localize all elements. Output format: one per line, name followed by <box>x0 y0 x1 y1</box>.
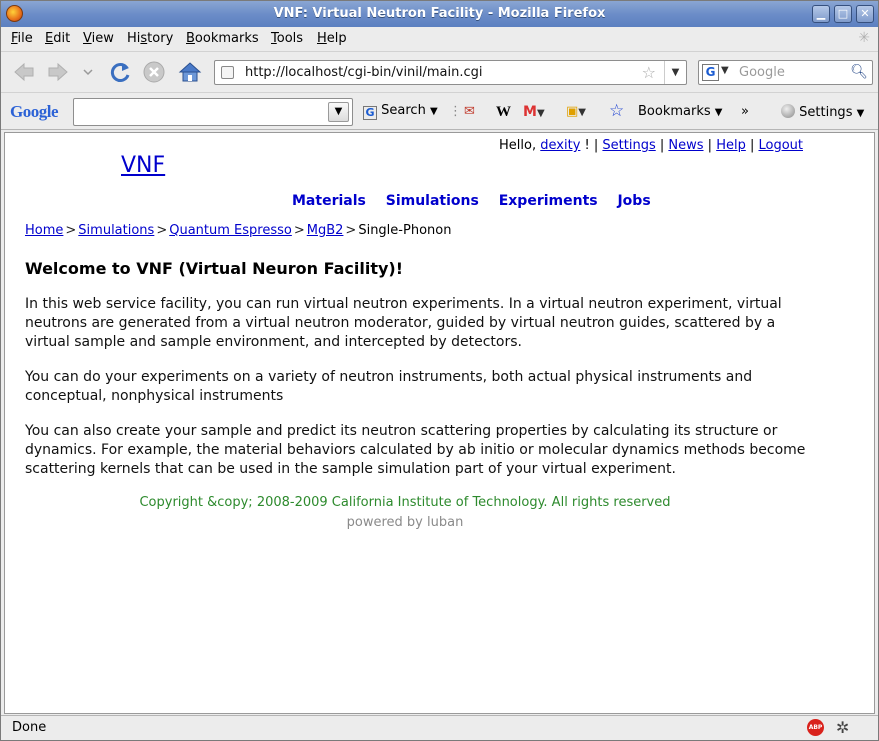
menu-bookmarks[interactable]: Bookmarks <box>186 31 259 46</box>
breadcrumb-home[interactable]: Home <box>25 223 63 238</box>
nav-jobs[interactable]: Jobs <box>617 193 650 209</box>
nav-materials[interactable]: Materials <box>292 193 366 209</box>
google-search-button[interactable]: G Search ▼ <box>363 103 438 120</box>
title-bar: VNF: Virtual Neutron Facility - Mozilla … <box>1 1 878 27</box>
menu-file[interactable]: File <box>11 31 33 46</box>
search-icon[interactable]: 🔍︎ <box>850 64 868 80</box>
window-title: VNF: Virtual Neutron Facility - Mozilla … <box>273 6 606 21</box>
more-button[interactable]: » <box>741 104 749 119</box>
url-dropdown[interactable]: ▼ <box>664 61 686 84</box>
settings-button[interactable]: Settings ▼ <box>781 104 864 120</box>
page-title: Welcome to VNF (Virtual Neuron Facility)… <box>25 259 404 278</box>
google-search-input[interactable]: ▼ <box>73 98 353 126</box>
chevron-down-icon <box>83 69 93 76</box>
maximize-button[interactable]: □ <box>834 5 852 23</box>
settings-icon <box>781 104 795 118</box>
throbber-icon: ✳ <box>858 30 870 46</box>
calendar-icon[interactable]: ▣▼ <box>566 104 586 119</box>
intro-paragraph: In this web service facility, you can ru… <box>25 296 782 350</box>
forward-arrow-icon <box>48 62 68 82</box>
google-search-dropdown[interactable]: ▼ <box>328 102 349 122</box>
chevron-down-icon: ▼ <box>429 106 438 117</box>
username-link[interactable]: dexity <box>540 138 580 153</box>
stop-button[interactable] <box>141 59 167 85</box>
navigation-toolbar: http://localhost/cgi-bin/vinil/main.cgi … <box>1 51 878 91</box>
menu-edit[interactable]: Edit <box>45 31 70 46</box>
menu-history[interactable]: History <box>127 31 173 46</box>
toolbar-separator-icon: ⋮ <box>449 104 462 119</box>
sample-paragraph: You can also create your sample and pred… <box>25 423 806 477</box>
menu-tools[interactable]: Tools <box>271 31 303 46</box>
menu-bar: File Edit View History Bookmarks Tools H… <box>1 27 878 49</box>
instruments-paragraph: You can do your experiments on a variety… <box>25 369 753 404</box>
browser-window: VNF: Virtual Neutron Facility - Mozilla … <box>0 0 879 741</box>
bookmarks-button[interactable]: Bookmarks ▼ <box>638 104 722 119</box>
back-arrow-icon <box>14 62 34 82</box>
search-engine-icon[interactable]: G <box>702 64 719 81</box>
stop-icon <box>143 61 165 83</box>
vnf-logo-link[interactable]: VNF <box>121 153 165 178</box>
google-logo: Google <box>10 102 59 121</box>
page-content: Hello, dexity ! | Settings | News | Help… <box>4 132 875 714</box>
powered-by-text: powered by luban <box>346 515 464 530</box>
menu-help[interactable]: Help <box>317 31 347 46</box>
google-g-icon: G <box>363 106 377 120</box>
gmail-icon[interactable]: M▼ <box>523 104 545 120</box>
news-icon[interactable]: ✉ <box>464 104 475 119</box>
home-button[interactable] <box>177 59 203 85</box>
breadcrumb-mgb2[interactable]: MgB2 <box>307 223 344 238</box>
settings-link[interactable]: Settings <box>602 138 655 153</box>
firebug-icon[interactable]: ✲ <box>836 718 849 737</box>
bookmark-star-icon[interactable]: ☆ <box>609 101 624 121</box>
main-nav: Materials Simulations Experiments Jobs <box>292 193 666 209</box>
reload-icon <box>110 63 130 82</box>
copyright-text: Copyright &copy; 2008-2009 California In… <box>139 495 671 510</box>
menu-view[interactable]: View <box>83 31 114 46</box>
url-bar[interactable]: http://localhost/cgi-bin/vinil/main.cgi … <box>214 60 687 85</box>
nav-simulations[interactable]: Simulations <box>386 193 479 209</box>
bookmark-star-icon[interactable]: ☆ <box>642 63 656 82</box>
reload-button[interactable] <box>107 59 133 85</box>
page-icon <box>221 66 234 79</box>
breadcrumb: Home > Simulations > Quantum Espresso > MgB2 > S… <box>25 223 452 238</box>
history-dropdown[interactable] <box>81 59 95 85</box>
help-link[interactable]: Help <box>716 138 746 153</box>
status-bar: Done ABP ✲ <box>1 715 878 740</box>
minimize-button[interactable]: ▁ <box>812 5 830 23</box>
close-button[interactable]: ✕ <box>856 5 874 23</box>
breadcrumb-quantum-espresso[interactable]: Quantum Espresso <box>169 223 292 238</box>
search-bar[interactable]: G ▼ Google 🔍︎ <box>698 60 873 85</box>
status-text: Done <box>12 720 47 735</box>
search-placeholder[interactable]: Google <box>739 65 785 80</box>
url-text[interactable]: http://localhost/cgi-bin/vinil/main.cgi <box>245 65 483 80</box>
google-toolbar: Google ▼ G Search ▼ ⋮ ✉ W M▼ ▣▼ ☆ Bookma… <box>1 92 878 130</box>
wikipedia-icon[interactable]: W <box>496 104 511 121</box>
search-engine-dropdown[interactable]: ▼ <box>721 65 729 76</box>
home-icon <box>178 62 202 82</box>
breadcrumb-simulations[interactable]: Simulations <box>78 223 154 238</box>
news-link[interactable]: News <box>668 138 703 153</box>
adblock-icon[interactable]: ABP <box>807 719 824 736</box>
logout-link[interactable]: Logout <box>758 138 803 153</box>
user-bar: Hello, dexity ! | Settings | News | Help… <box>499 138 803 153</box>
nav-experiments[interactable]: Experiments <box>499 193 598 209</box>
back-button[interactable] <box>11 59 37 85</box>
breadcrumb-current: Single-Phonon <box>358 223 452 238</box>
forward-button[interactable] <box>45 59 71 85</box>
